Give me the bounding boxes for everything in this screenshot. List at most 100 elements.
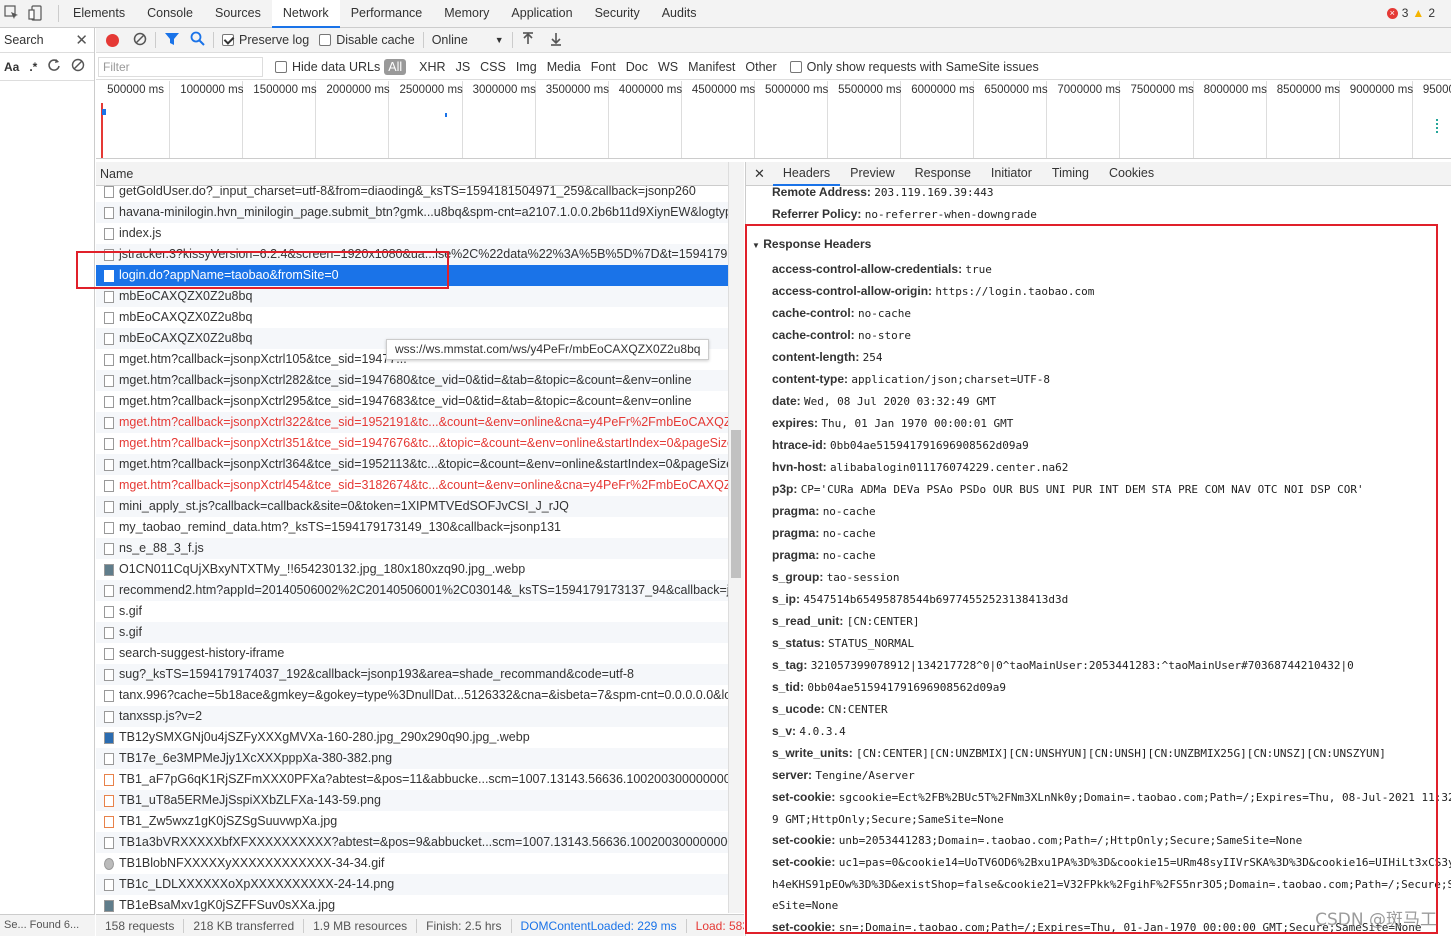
close-details-icon[interactable]: ✕ <box>746 166 773 182</box>
tab-network[interactable]: Network <box>271 0 340 28</box>
tab-headers[interactable]: Headers <box>772 162 841 186</box>
request-row[interactable]: mini_apply_st.js?callback=callback&site=… <box>96 496 728 517</box>
filter-type-other[interactable]: Other <box>740 60 781 74</box>
search-footer: Se... Found 6... <box>0 914 95 936</box>
tab-security[interactable]: Security <box>584 0 651 28</box>
header-key: access-control-allow-origin: <box>772 284 933 298</box>
filter-type-js[interactable]: JS <box>451 60 476 74</box>
tab-response[interactable]: Response <box>905 162 981 186</box>
filter-type-css[interactable]: CSS <box>475 60 511 74</box>
file-icon <box>104 710 114 723</box>
tab-elements[interactable]: Elements <box>62 0 136 28</box>
hide-data-urls-checkbox[interactable]: Hide data URLs <box>275 60 380 74</box>
request-row[interactable]: O1CN011CqUjXBxyNTXTMy_!!654230132.jpg_18… <box>96 559 728 580</box>
tab-preview[interactable]: Preview <box>840 162 904 186</box>
response-headers-section[interactable]: ▼ Response Headers <box>752 237 871 251</box>
request-row[interactable]: TB12ySMXGNj0u4jSZFyXXXgMVXa-160-280.jpg_… <box>96 727 728 748</box>
request-row[interactable]: TB1_aF7pG6qK1RjSZFmXXX0PFXa?abtest=&pos=… <box>96 769 728 790</box>
tab-sources[interactable]: Sources <box>204 0 272 28</box>
disable-cache-checkbox[interactable]: Disable cache <box>319 33 415 47</box>
tab-audits[interactable]: Audits <box>651 0 708 28</box>
request-row[interactable]: TB1BlobNFXXXXXyXXXXXXXXXXXX-34-34.gif <box>96 853 728 874</box>
throttle-value: Online <box>431 33 468 47</box>
filter-type-xhr[interactable]: XHR <box>414 60 450 74</box>
request-row[interactable]: mget.htm?callback=jsonpXctrl351&tce_sid=… <box>96 433 728 454</box>
request-row[interactable]: TB1eBsaMxv1gK0jSZFFSuv0sXXa.jpg <box>96 895 728 913</box>
request-name: sug?_ksTS=1594179174037_192&callback=jso… <box>119 667 634 681</box>
request-row[interactable]: mbEoCAXQZX0Z2u8bq <box>96 307 728 328</box>
request-row[interactable]: mget.htm?callback=jsonpXctrl295&tce_sid=… <box>96 391 728 412</box>
file-icon <box>104 437 114 450</box>
name-column-header[interactable]: Name ▲ <box>96 162 744 186</box>
header-value: uc1=pas=0&cookie14=UoTV6OD6%2Bxu1PA%3D%3… <box>838 856 1451 869</box>
request-row[interactable]: jstracker.3?kissyVersion=6.2.4&screen=19… <box>96 244 728 265</box>
request-row[interactable]: tanxssp.js?v=2 <box>96 706 728 727</box>
header-value: 254 <box>862 351 883 364</box>
device-toolbar-icon[interactable] <box>28 5 44 24</box>
inspect-element-icon[interactable] <box>4 5 20 24</box>
filter-type-font[interactable]: Font <box>586 60 621 74</box>
network-toolbar: Preserve log Disable cache Online ▼ <box>96 28 1451 53</box>
request-row[interactable]: mget.htm?callback=jsonpXctrl282&tce_sid=… <box>96 370 728 391</box>
tab-initiator[interactable]: Initiator <box>981 162 1042 186</box>
file-icon <box>104 773 114 786</box>
filter-type-manifest[interactable]: Manifest <box>683 60 740 74</box>
tab-cookies[interactable]: Cookies <box>1099 162 1164 186</box>
request-row[interactable]: sug?_ksTS=1594179174037_192&callback=jso… <box>96 664 728 685</box>
request-row[interactable]: s.gif <box>96 622 728 643</box>
request-row[interactable]: TB1_Zw5wxz1gK0jSZSgSuuvwpXa.jpg <box>96 811 728 832</box>
request-row[interactable]: mget.htm?callback=jsonpXctrl364&tce_sid=… <box>96 454 728 475</box>
file-icon <box>104 521 114 534</box>
filter-type-all[interactable]: All <box>384 58 407 75</box>
request-row[interactable]: tanx.996?cache=5b18ace&gmkey=&gokey=type… <box>96 685 728 706</box>
record-button[interactable] <box>106 33 119 47</box>
issue-counts[interactable]: × 3 ▲ 2 <box>1386 6 1435 20</box>
filter-type-doc[interactable]: Doc <box>621 60 653 74</box>
tab-memory[interactable]: Memory <box>433 0 500 28</box>
request-row[interactable]: recommend2.htm?appId=20140506002%2C20140… <box>96 580 728 601</box>
search-icon[interactable] <box>190 31 205 49</box>
request-name: search-suggest-history-iframe <box>119 646 285 660</box>
request-row[interactable]: ns_e_88_3_f.js <box>96 538 728 559</box>
request-row[interactable]: mbEoCAXQZX0Z2u8bq <box>96 286 728 307</box>
response-header-row: set-cookie: sgcookie=Ect%2FB%2BUc5T%2FNm… <box>772 790 1451 804</box>
dom-content-loaded: DOMContentLoaded: 229 ms <box>512 918 687 933</box>
throttling-select[interactable]: Online ▼ <box>432 33 504 47</box>
request-row[interactable]: getGoldUser.do?_input_charset=utf-8&from… <box>96 186 728 202</box>
request-row[interactable]: my_taobao_remind_data.htm?_ksTS=15941791… <box>96 517 728 538</box>
filter-type-ws[interactable]: WS <box>653 60 683 74</box>
preserve-log-checkbox[interactable]: Preserve log <box>222 33 309 47</box>
request-row[interactable]: mget.htm?callback=jsonpXctrl454&tce_sid=… <box>96 475 728 496</box>
close-icon[interactable]: ✕ <box>75 31 88 49</box>
tab-timing[interactable]: Timing <box>1042 162 1099 186</box>
regex-toggle[interactable]: .* <box>29 60 37 74</box>
filter-icon[interactable] <box>164 32 180 49</box>
tab-console[interactable]: Console <box>136 0 204 28</box>
clear-log-icon[interactable] <box>133 32 147 49</box>
request-row[interactable]: mget.htm?callback=jsonpXctrl322&tce_sid=… <box>96 412 728 433</box>
request-row[interactable]: login.do?appName=taobao&fromSite=0 <box>96 265 728 286</box>
filter-type-img[interactable]: Img <box>511 60 542 74</box>
filter-input[interactable]: Filter <box>98 56 263 77</box>
request-row[interactable]: index.js <box>96 223 728 244</box>
import-har-icon[interactable] <box>521 31 535 49</box>
response-header-row: pragma: no-cache <box>772 526 876 540</box>
request-row[interactable]: TB17e_6e3MPMeJjy1XcXXXpppXa-380-382.png <box>96 748 728 769</box>
network-overview[interactable]: 500000 ms 1000000 ms 1500000 ms 2000000 ms 2… <box>96 81 1451 159</box>
request-row[interactable]: s.gif <box>96 601 728 622</box>
clear-icon[interactable] <box>71 58 85 75</box>
tab-performance[interactable]: Performance <box>340 0 434 28</box>
request-row[interactable]: TB1_uT8a5ERMeJjSspiXXbZLFXa-143-59.png <box>96 790 728 811</box>
request-row[interactable]: TB1c_LDLXXXXXXoXpXXXXXXXXXX-24-14.png <box>96 874 728 895</box>
scrollbar-thumb[interactable] <box>731 430 741 578</box>
refresh-icon[interactable] <box>47 58 61 75</box>
samesite-checkbox[interactable]: Only show requests with SameSite issues <box>789 60 1039 74</box>
request-row[interactable]: search-suggest-history-iframe <box>96 643 728 664</box>
match-case-toggle[interactable]: Aa <box>4 60 19 74</box>
request-row[interactable]: TB1a3bVRXXXXXbfXFXXXXXXXXXX?abtest=&pos=… <box>96 832 728 853</box>
export-har-icon[interactable] <box>549 32 563 49</box>
tab-application[interactable]: Application <box>500 0 583 28</box>
response-header-row: server: Tengine/Aserver <box>772 768 915 782</box>
request-row[interactable]: havana-minilogin.hvn_minilogin_page.subm… <box>96 202 728 223</box>
filter-type-media[interactable]: Media <box>542 60 586 74</box>
